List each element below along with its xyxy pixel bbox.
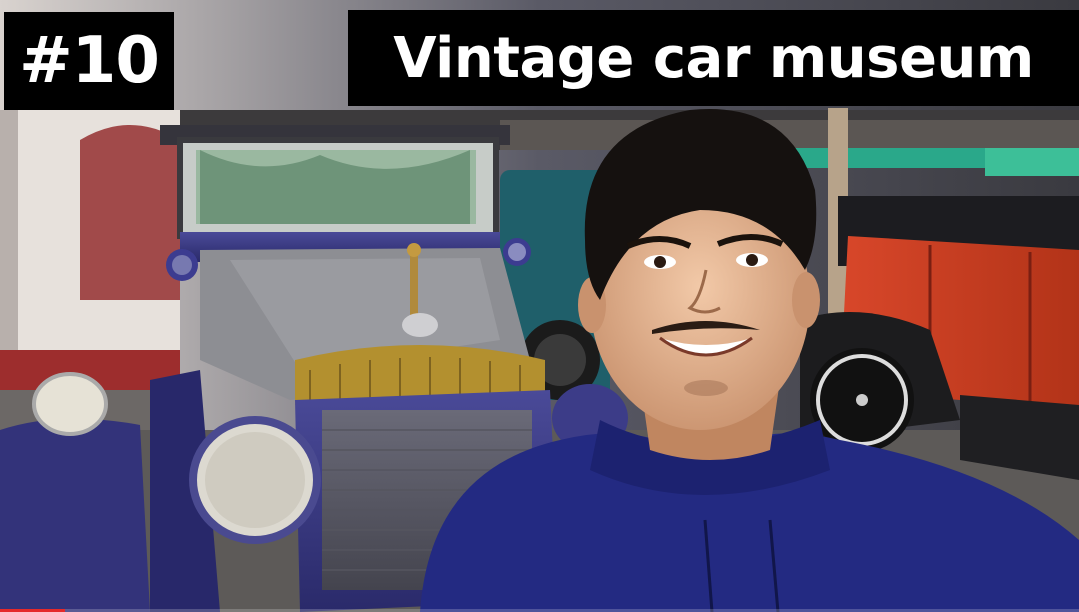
episode-badge: #10 bbox=[4, 12, 174, 110]
thumbnail-title: Vintage car museum bbox=[348, 10, 1079, 106]
